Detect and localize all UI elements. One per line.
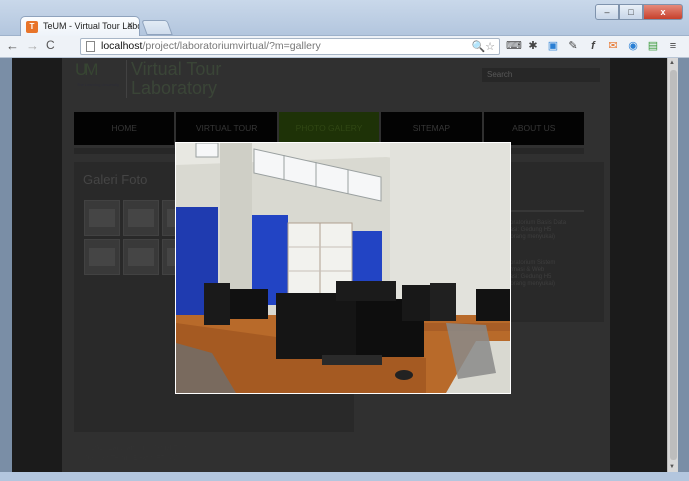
extension-pen-icon[interactable]: ✎ (566, 39, 580, 53)
window-controls: – □ x (595, 4, 683, 20)
new-tab-button[interactable] (141, 20, 173, 35)
forward-arrow-icon[interactable]: → (26, 38, 39, 53)
lab-photo[interactable] (176, 143, 510, 393)
extension-function-icon[interactable]: f (586, 39, 600, 53)
scroll-down-icon[interactable]: ▼ (669, 464, 675, 470)
scroll-up-icon[interactable]: ▲ (669, 60, 675, 66)
extension-keyboard-icon[interactable]: ⌨ (506, 39, 522, 53)
extension-mail-icon[interactable]: ✉ (606, 39, 620, 53)
address-bar[interactable]: localhost/project/laboratoriumvirtual/?m… (80, 38, 500, 55)
extension-circle-icon[interactable]: ◉ (626, 39, 640, 53)
extension-green-icon[interactable]: ▤ (646, 39, 660, 53)
minimize-button[interactable]: – (595, 4, 619, 20)
window-bottom-frame (0, 472, 689, 481)
browser-titlebar: T TeUM - Virtual Tour Labor × – □ x (0, 0, 689, 36)
close-window-button[interactable]: x (643, 4, 683, 20)
menu-icon[interactable]: ≡ (666, 39, 680, 53)
vertical-scrollbar[interactable]: ▲ ▼ (667, 58, 678, 472)
tab-title: TeUM - Virtual Tour Labor (43, 21, 140, 31)
extension-screen-icon[interactable]: ▣ (546, 39, 560, 53)
browser-toolbar: ← → C localhost/project/laboratoriumvirt… (0, 36, 689, 58)
lightbox (175, 142, 511, 394)
url-path: /project/laboratoriumvirtual/?m=gallery (142, 40, 321, 52)
tab-close-icon[interactable]: × (127, 20, 133, 31)
scrollbar-thumb[interactable] (670, 70, 677, 460)
browser-tab[interactable]: T TeUM - Virtual Tour Labor × (20, 16, 140, 36)
reload-icon[interactable]: C (46, 38, 55, 52)
site-favicon-icon: T (26, 21, 38, 33)
back-arrow-icon[interactable]: ← (6, 38, 19, 53)
page-icon (86, 41, 95, 52)
url-host: localhost (101, 40, 143, 52)
page-viewport: UM The Learning University Virtual Tour … (12, 58, 678, 472)
extension-puzzle-icon[interactable]: ✱ (526, 39, 540, 53)
maximize-button[interactable]: □ (619, 4, 643, 20)
omnibox-search-star-icons[interactable]: 🔍☆ (471, 40, 495, 53)
